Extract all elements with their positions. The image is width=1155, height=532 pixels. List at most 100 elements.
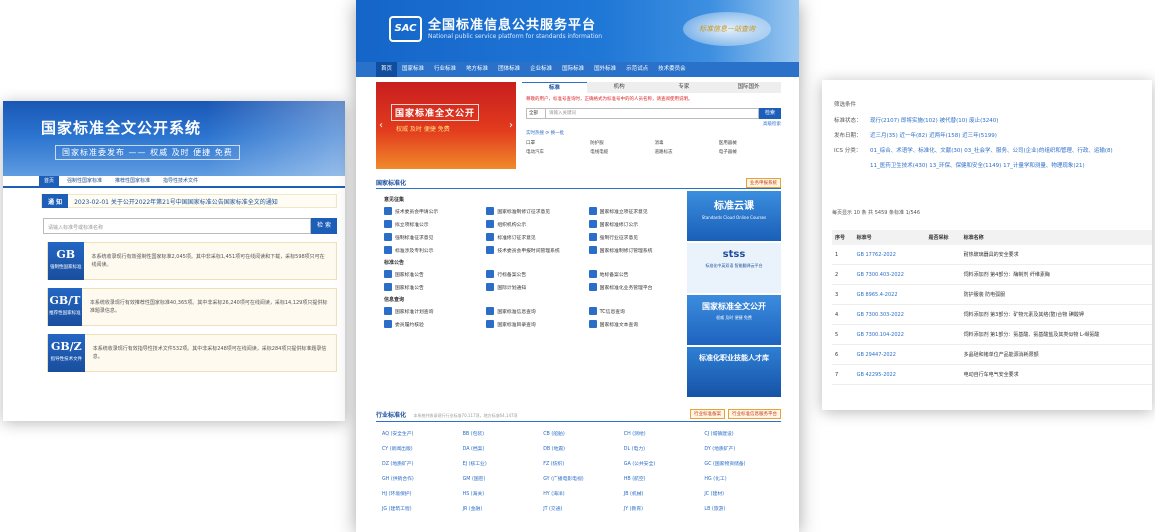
industry-code-link[interactable]: DL (电力) [624, 445, 701, 452]
row-number-link[interactable]: GB 17762-2022 [853, 245, 926, 265]
filter-values[interactable]: 近三月(35) 近一年(82) 近两年(158) 近三年(5199) [870, 131, 997, 139]
service-item[interactable]: 国家标准制修订征求意见 [486, 207, 584, 215]
hot-term[interactable]: 道路标志 [655, 149, 717, 155]
service-item[interactable]: 国家标准公告 [384, 270, 482, 278]
industry-code-link[interactable]: HJ (环境保护) [382, 490, 459, 497]
industry-code-link[interactable]: AQ (安全生产) [382, 430, 459, 437]
industry-code-link[interactable]: JY (教育) [624, 505, 701, 512]
service-item[interactable]: 国家标准文本查询 [588, 320, 687, 328]
table-row[interactable]: 1 GB 17762-2022 耐热玻璃器具的安全要求 [832, 245, 1152, 265]
industry-info-platform-button[interactable]: 行业标准信息服务平台 [728, 409, 781, 419]
service-item[interactable]: 国家标准修订公示 [588, 220, 687, 228]
industry-code-link[interactable]: CY (新闻出版) [382, 445, 459, 452]
banner-next-icon[interactable]: › [509, 120, 513, 131]
row-name[interactable]: 耐热玻璃器具的安全要求 [960, 245, 1152, 265]
industry-code-link[interactable]: GH (供销合作) [382, 475, 459, 482]
col-adopted[interactable]: 是否采标 [925, 230, 961, 245]
row-name[interactable]: 电动自行车电气安全要求 [960, 364, 1152, 385]
industry-code-link[interactable]: JR (金融) [463, 505, 540, 512]
col-index[interactable]: 序号 [832, 230, 854, 245]
service-item[interactable]: 行标备案公告 [486, 270, 584, 278]
industry-code-link[interactable]: GA (公共安全) [624, 460, 701, 467]
declaration-system-button[interactable]: 业务申报系统 [746, 177, 781, 188]
nav-group[interactable]: 团体标准 [493, 62, 525, 77]
table-row[interactable]: 4 GB 7300.303-2022 饲料添加剂 第3部分：矿物元素及其络(螯)合物… [832, 304, 1152, 325]
row-name[interactable]: 多晶硅和锗单位产品能源消耗限额 [960, 344, 1152, 365]
search-input[interactable]: 请输入关键词 [546, 108, 759, 119]
sac-logo[interactable]: SAC [389, 16, 422, 42]
row-number-link[interactable]: GB 29447-2022 [853, 344, 926, 365]
table-row[interactable]: 3 GB 8965.4-2022 防护服装 防电弧服 [832, 284, 1152, 305]
industry-code-link[interactable]: JC (建材) [704, 490, 781, 497]
table-row[interactable]: 5 GB 7300.104-2022 饲料添加剂 第1部分：氨基酸、氨基酸盐及其类似… [832, 324, 1152, 345]
hot-term[interactable]: 口罩 [526, 140, 588, 146]
industry-code-link[interactable]: BB (包装) [463, 430, 540, 437]
talent-pool-ad[interactable]: 标准化职业技能人才库 [687, 347, 781, 397]
left-search-button[interactable]: 检 索 [311, 218, 337, 234]
industry-code-link[interactable]: JG (建筑工程) [382, 505, 459, 512]
tab-international[interactable]: 国际国外 [716, 82, 781, 93]
row-number-link[interactable]: GB 7300.104-2022 [853, 324, 926, 345]
service-item[interactable]: 组织机构公示 [486, 220, 584, 228]
row-number-link[interactable]: GB 42295-2022 [853, 364, 926, 385]
industry-code-link[interactable]: GM (国密) [463, 475, 540, 482]
fulltext-ad[interactable]: 国家标准全文公开 权威 及时 便捷 免费 [687, 295, 781, 345]
scope-select[interactable]: 全部 [526, 108, 546, 119]
service-item[interactable]: 强制行业征求意见 [588, 233, 687, 241]
advanced-search-link[interactable]: 高级检索 [522, 121, 781, 127]
nav-committee[interactable]: 技术委员会 [653, 62, 691, 77]
gb-card[interactable]: GB 强制性国家标准 本系统收录现行有效强制性国家标准2,045项。其中非采标1… [47, 242, 337, 280]
industry-code-link[interactable]: JT (交通) [543, 505, 620, 512]
industry-code-link[interactable]: CH (测绘) [624, 430, 701, 437]
nav-local[interactable]: 地方标准 [461, 62, 493, 77]
service-item[interactable]: 拟立项标准公示 [384, 220, 482, 228]
row-name[interactable]: 防护服装 防电弧服 [960, 284, 1152, 305]
notice-link[interactable]: 2023-02-01 关于公开2022年第21号中国国家标准公告国家标准全文的通… [68, 197, 278, 206]
hot-term[interactable]: 电子器械 [719, 149, 781, 155]
refresh-icon[interactable]: ⟳ [545, 131, 549, 136]
service-item[interactable]: 委员履约核验 [384, 320, 482, 328]
service-item[interactable]: 国家标准公告 [384, 283, 482, 291]
hot-term[interactable]: 电线电缆 [590, 149, 652, 155]
nav-pilot[interactable]: 示范试点 [621, 62, 653, 77]
row-number-link[interactable]: GB 7300.403-2022 [853, 264, 926, 285]
translation-platform-ad[interactable]: stss 标准化中英双语 智能翻译云平台 [687, 243, 781, 293]
service-item[interactable]: 强制标准征求意见 [384, 233, 482, 241]
service-item[interactable]: 国际计划通知 [486, 283, 584, 291]
industry-code-link[interactable]: CJ (城镇建设) [704, 430, 781, 437]
service-item[interactable]: 标准修订征求意见 [486, 233, 584, 241]
filter-values[interactable]: 11_医药卫生技术(430) 13_环保、保健和安全(1149) 17_计量学和… [870, 161, 1085, 169]
industry-code-link[interactable]: LB (旅游) [704, 505, 781, 512]
service-item[interactable]: 国家标准化业务管理平台 [588, 283, 687, 291]
filter-values[interactable]: 现行(2107) 即将实施(102) 被代替(10) 废止(3240) [870, 116, 998, 124]
col-number[interactable]: 标准号 [853, 230, 926, 245]
industry-code-link[interactable]: DA (档案) [463, 445, 540, 452]
industry-code-link[interactable]: HS (海关) [463, 490, 540, 497]
service-item[interactable]: 国家标准计划查询 [384, 307, 482, 315]
service-item[interactable]: 技术委员会申报时间管理系统 [486, 246, 584, 254]
nav-international[interactable]: 国际标准 [557, 62, 589, 77]
hot-change-link[interactable]: 换一批 [551, 131, 565, 136]
service-item[interactable]: 国家标准立项征求意见 [588, 207, 687, 215]
industry-code-link[interactable]: DY (地质矿产) [704, 445, 781, 452]
left-nav-mandatory[interactable]: 强制性国家标准 [62, 175, 107, 186]
service-item[interactable]: 技术委员会申请公示 [384, 207, 482, 215]
table-row[interactable]: 7 GB 42295-2022 电动自行车电气安全要求 [832, 364, 1152, 385]
service-item[interactable]: TC信息查询 [588, 307, 687, 315]
col-name[interactable]: 标准名称 [960, 230, 1152, 245]
tab-standard[interactable]: 标准 [522, 82, 587, 93]
service-item[interactable]: 标准涉及专利公示 [384, 246, 482, 254]
row-name[interactable]: 饲料添加剂 第4部分：酶制剂 纤维素酶 [960, 264, 1152, 285]
left-nav-home[interactable]: 首页 [39, 175, 60, 186]
tab-expert[interactable]: 专家 [652, 82, 717, 93]
gbz-card[interactable]: GB/Z 指导性技术文件 本系统收录现行有效指导性技术文件532项。其中非采标2… [47, 334, 337, 372]
hot-term[interactable]: 医用器械 [719, 140, 781, 146]
left-nav-recommended[interactable]: 推荐性国家标准 [110, 175, 155, 186]
filter-values[interactable]: 01_综合、术语学、标准化、文献(30) 03_社会学、服务、公司(企业)的组织… [870, 146, 1113, 154]
industry-code-link[interactable]: CB (船舶) [543, 430, 620, 437]
gbt-card[interactable]: GB/T 推荐性国家标准 本系统收录现行有效推荐性国家标准40,365项。其中非… [47, 288, 337, 326]
industry-code-link[interactable]: HB (航空) [624, 475, 701, 482]
nav-industry[interactable]: 行业标准 [429, 62, 461, 77]
industry-code-link[interactable]: DB (地震) [543, 445, 620, 452]
table-row[interactable]: 6 GB 29447-2022 多晶硅和锗单位产品能源消耗限额 [832, 344, 1152, 365]
